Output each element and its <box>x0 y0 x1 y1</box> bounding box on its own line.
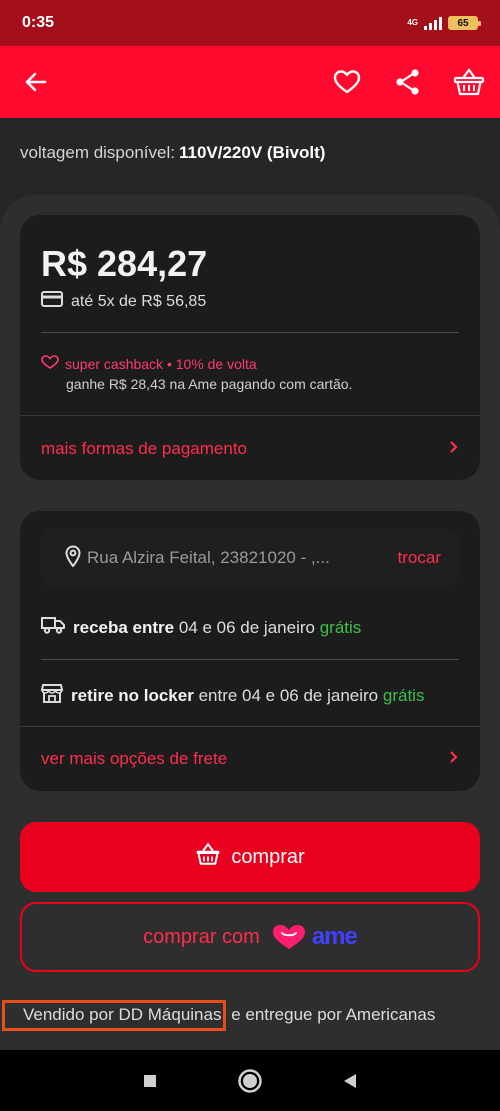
address-text: Rua Alzira Feital, 23821020 - ,... <box>87 548 330 567</box>
battery-icon: 65 <box>448 16 481 30</box>
voltage-value: 110V/220V (Bivolt) <box>178 143 326 162</box>
home-circle-icon[interactable] <box>235 1066 265 1096</box>
cashback-title-text: super cashback • 10% de volta <box>65 355 257 372</box>
ame-wordmark: ame <box>311 923 358 950</box>
shipping-card: Rua Alzira Feital, 23821020 - ,... troca… <box>20 511 480 791</box>
truck-icon <box>41 616 65 639</box>
voltage-label: voltagem disponível: <box>20 143 175 162</box>
divider <box>41 659 459 660</box>
seller-name[interactable]: Vendido por DD Máquinas <box>2 1000 227 1031</box>
app-bar <box>0 46 500 118</box>
heart-icon[interactable] <box>329 64 365 100</box>
price: R$ 284,27 <box>41 243 208 284</box>
buy-with-ame-button[interactable]: comprar com ame <box>20 902 480 972</box>
back-arrow-icon[interactable] <box>18 64 54 100</box>
chevron-right-icon <box>449 439 459 459</box>
buy-button[interactable]: comprar <box>20 822 480 892</box>
locker-label: retire no locker <box>71 685 194 705</box>
divider <box>20 415 480 416</box>
seller-delivery: e entregue por Americanas <box>231 1005 436 1024</box>
status-icons: 4G 65 <box>407 16 481 30</box>
installments-text: até 5x de R$ 56,85 <box>71 292 207 310</box>
locker-price: grátis <box>382 685 425 705</box>
store-icon <box>41 683 63 708</box>
voltage-info: voltagem disponível: 110V/220V (Bivolt) <box>20 143 325 163</box>
recents-square-icon[interactable] <box>135 1066 165 1096</box>
chevron-right-icon <box>449 749 459 769</box>
delivery-price: grátis <box>319 617 362 637</box>
back-triangle-icon[interactable] <box>335 1066 365 1096</box>
basket-icon[interactable] <box>451 64 487 100</box>
locker-option: retire no locker entre 04 e 06 de janeir… <box>41 683 424 708</box>
delivery-option: receba entre 04 e 06 de janeiro grátis <box>41 616 361 639</box>
credit-card-icon <box>41 291 63 312</box>
cashback-text: ganhe R$ 28,43 na Ame pagando com cartão… <box>66 376 353 392</box>
network-type: 4G <box>407 18 418 27</box>
buy-label: comprar <box>231 845 305 868</box>
cashback-title: super cashback • 10% de volta <box>41 355 257 372</box>
more-shipping-label: ver mais opções de frete <box>41 749 228 768</box>
basket-icon <box>195 842 221 872</box>
delivery-dates: 04 e 06 de janeiro <box>178 617 315 637</box>
address-box: Rua Alzira Feital, 23821020 - ,... troca… <box>41 529 459 587</box>
price-card: R$ 284,27 até 5x de R$ 56,85 super cashb… <box>20 215 480 480</box>
battery-level: 65 <box>457 17 469 29</box>
more-payment-label: mais formas de pagamento <box>41 439 247 458</box>
divider <box>20 726 480 727</box>
buy-with-label: comprar com <box>143 925 260 948</box>
share-icon[interactable] <box>390 64 426 100</box>
locker-dates: entre 04 e 06 de janeiro <box>198 685 379 705</box>
change-address-button[interactable]: trocar <box>398 548 441 568</box>
status-time: 0:35 <box>22 14 55 31</box>
divider <box>41 332 459 333</box>
more-payment-link[interactable]: mais formas de pagamento <box>20 418 480 480</box>
heart-outline-icon <box>41 355 59 372</box>
delivery-label: receba entre <box>73 617 175 637</box>
more-shipping-link[interactable]: ver mais opções de frete <box>20 728 480 790</box>
signal-icon <box>424 16 442 30</box>
system-nav-bar <box>0 1050 500 1111</box>
ame-heart-icon <box>272 925 305 949</box>
seller-info: Vendido por DD Máquinas e entregue por A… <box>2 1000 436 1031</box>
location-pin-icon <box>65 545 81 572</box>
installments: até 5x de R$ 56,85 <box>41 291 206 312</box>
status-bar: 0:35 4G 65 <box>0 0 500 46</box>
ame-logo: ame <box>272 923 358 951</box>
